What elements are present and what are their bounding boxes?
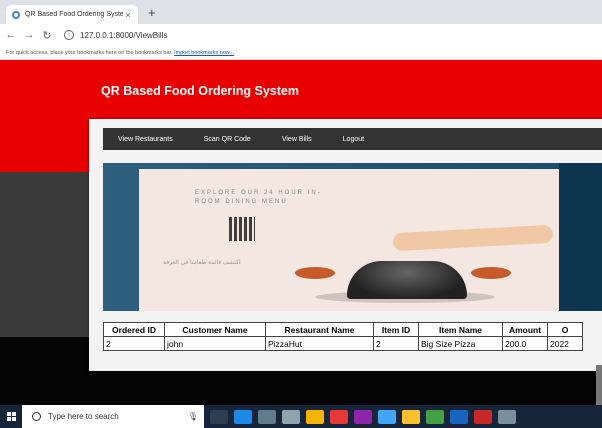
col-restaurant-name: Restaurant Name: [265, 322, 374, 337]
bills-table: Ordered ID Customer Name Restaurant Name…: [103, 322, 583, 351]
info-icon[interactable]: i: [64, 30, 74, 40]
start-button[interactable]: [0, 405, 22, 428]
bookmarks-bar: For quick access, place your bookmarks h…: [0, 46, 602, 60]
col-item-name: Item Name: [418, 322, 503, 337]
explorer-icon[interactable]: [258, 409, 276, 424]
hero-background: [559, 163, 602, 311]
browser-tab[interactable]: QR Based Food Ordering System ×: [6, 5, 138, 24]
cell-item-id: 2: [373, 336, 419, 351]
task-view-icon[interactable]: [210, 409, 228, 424]
import-bookmarks-link[interactable]: Import bookmarks now...: [174, 50, 234, 56]
windows-taskbar: Type here to search 🎙: [0, 405, 602, 428]
cell-restaurant-name: PizzaHut: [265, 336, 374, 351]
app-icon-red[interactable]: [330, 409, 348, 424]
arabic-caption: اكتشف قائمة طعامنا في الغرفة: [163, 260, 241, 266]
chrome-icon[interactable]: [402, 409, 420, 424]
hero-banner-image: EXPLORE OUR 24 HOUR IN-ROOM DINING MENU …: [103, 163, 602, 311]
cell-amount: 200.0: [502, 336, 548, 351]
browser-tabstrip: QR Based Food Ordering System × +: [0, 0, 602, 24]
address-bar[interactable]: i 127.0.0.1:8000/ViewBills: [64, 30, 167, 40]
table-header-row: Ordered ID Customer Name Restaurant Name…: [103, 322, 583, 337]
col-item-id: Item ID: [373, 322, 419, 337]
bookmarks-hint: For quick access, place your bookmarks h…: [6, 50, 173, 56]
web-page: QR Based Food Ordering System View Resta…: [0, 60, 602, 405]
forward-arrow-icon[interactable]: →: [22, 29, 36, 41]
app-icon-dark-red[interactable]: [474, 409, 492, 424]
notepad-icon[interactable]: [282, 409, 300, 424]
chrome-favicon-icon: [12, 10, 20, 19]
cortana-icon: [32, 412, 41, 421]
word-icon[interactable]: [450, 409, 468, 424]
back-arrow-icon[interactable]: ←: [4, 29, 18, 41]
nav-menu: View Restaurants Scan QR Code View Bills…: [103, 128, 602, 150]
files-icon[interactable]: [426, 409, 444, 424]
close-tab-icon[interactable]: ×: [123, 10, 133, 20]
microphone-icon[interactable]: 🎙: [188, 412, 198, 421]
col-amount: Amount: [502, 322, 548, 337]
page-scrollbar[interactable]: [596, 365, 602, 405]
cell-ordered-id: 2: [103, 336, 165, 351]
promo-text: EXPLORE OUR 24 HOUR IN-ROOM DINING MENU: [195, 190, 322, 205]
reload-icon[interactable]: ↻: [40, 29, 54, 42]
food-dish-right: [471, 267, 511, 279]
menu-view-bills[interactable]: View Bills: [282, 136, 312, 143]
store-icon[interactable]: [306, 409, 324, 424]
cell-item-name: Big Size Pizza: [418, 336, 503, 351]
content-panel: View Restaurants Scan QR Code View Bills…: [89, 119, 602, 371]
menu-logout[interactable]: Logout: [343, 136, 364, 143]
col-customer-name: Customer Name: [164, 322, 266, 337]
food-dish-left: [295, 267, 335, 279]
table-row: 2 john PizzaHut 2 Big Size Pizza 200.0 2…: [103, 336, 583, 351]
site-title: QR Based Food Ordering System: [101, 84, 299, 98]
url-text[interactable]: 127.0.0.1:8000/ViewBills: [80, 31, 167, 40]
edge-icon[interactable]: [234, 409, 252, 424]
menu-scan-qr-code[interactable]: Scan QR Code: [204, 136, 251, 143]
cell-customer-name: john: [164, 336, 266, 351]
search-placeholder[interactable]: Type here to search: [48, 412, 119, 421]
cloche-dome: [347, 261, 467, 299]
cell-order-date: 2022: [547, 336, 583, 351]
taskbar-search[interactable]: Type here to search 🎙: [22, 405, 204, 428]
qr-code-icon: [229, 217, 255, 241]
tab-title: QR Based Food Ordering System: [25, 11, 123, 18]
browser-toolbar: ← → ↻ i 127.0.0.1:8000/ViewBills: [0, 24, 602, 46]
terminal-icon[interactable]: [498, 409, 516, 424]
vscode-icon[interactable]: [378, 409, 396, 424]
col-order-date: O: [547, 322, 583, 337]
new-tab-button[interactable]: +: [148, 5, 156, 20]
col-ordered-id: Ordered ID: [103, 322, 165, 337]
menu-view-restaurants[interactable]: View Restaurants: [118, 136, 173, 143]
paint-icon[interactable]: [354, 409, 372, 424]
windows-logo-icon: [6, 412, 16, 421]
